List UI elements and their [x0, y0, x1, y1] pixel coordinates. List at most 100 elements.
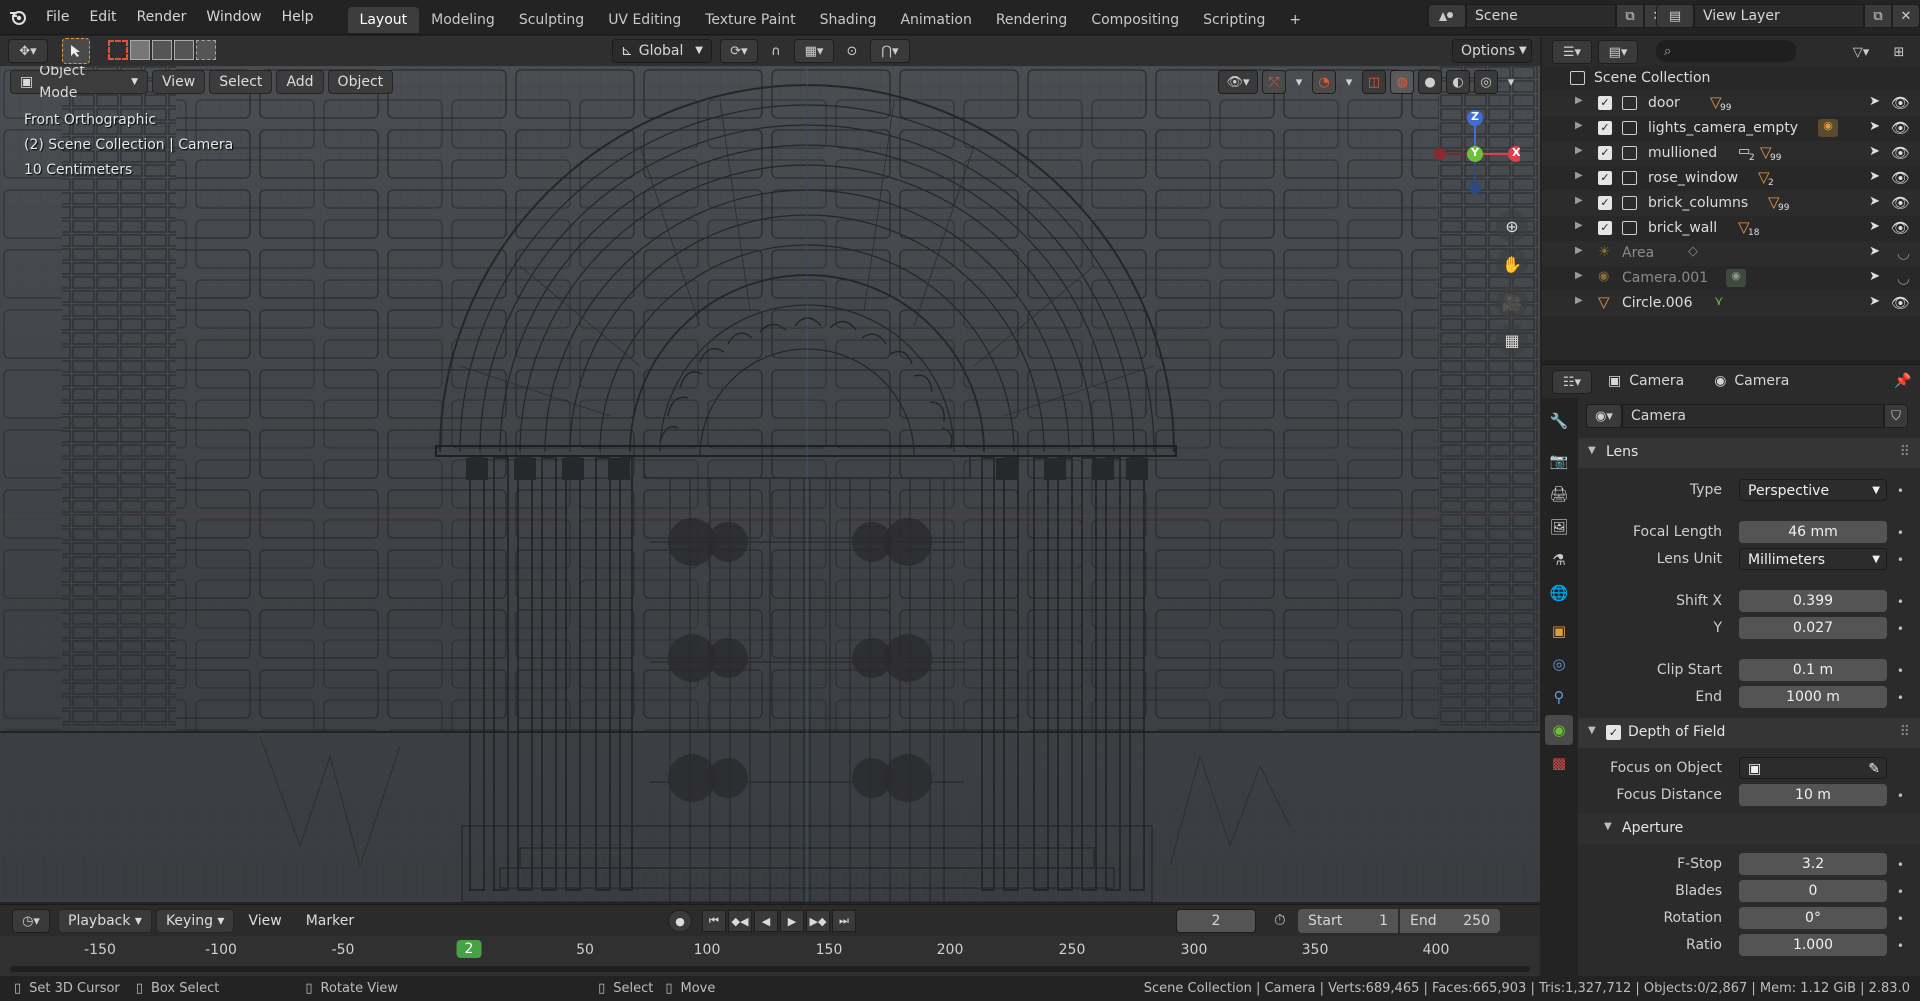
- record-icon[interactable]: ●: [668, 910, 692, 932]
- stopwatch-icon[interactable]: ⏱: [1274, 911, 1286, 929]
- shift-y-field[interactable]: 0.027: [1739, 617, 1887, 639]
- snap-toggle-icon[interactable]: ∩: [764, 39, 788, 63]
- timeline-menu-marker[interactable]: Marker: [296, 909, 364, 933]
- tab-texture-icon[interactable]: ▩: [1545, 748, 1573, 778]
- focus-object-field[interactable]: ▣ ✎: [1739, 757, 1887, 779]
- visibility-toggle-icon[interactable]: 👁▾: [1218, 70, 1258, 94]
- select-new-icon[interactable]: [108, 40, 128, 60]
- outliner-row-area[interactable]: ▶ ☀ Area ◇ ➤ ◡: [1542, 241, 1920, 266]
- expand-arrow-icon[interactable]: ▶: [1575, 170, 1583, 181]
- fstop-field[interactable]: 3.2: [1739, 853, 1887, 875]
- rotation-field[interactable]: 0°: [1739, 907, 1887, 929]
- selectable-arrow-icon[interactable]: ➤: [1869, 219, 1880, 234]
- animate-dot-icon[interactable]: •: [1897, 858, 1904, 872]
- outliner-row-mullioned[interactable]: ▶ ✓ mullioned ▭ 2 ▽ 99 ➤ 👁: [1542, 141, 1920, 166]
- material-shading-icon[interactable]: ◐: [1446, 70, 1470, 94]
- proportional-edit-icon[interactable]: ⊙: [840, 39, 864, 63]
- next-keyframe-icon[interactable]: ▶◆: [806, 910, 830, 932]
- animate-dot-icon[interactable]: •: [1897, 912, 1904, 926]
- tab-scripting[interactable]: Scripting: [1191, 7, 1277, 33]
- scene-browse-button[interactable]: [1428, 4, 1466, 28]
- tab-modeling[interactable]: Modeling: [419, 7, 507, 33]
- expand-arrow-icon[interactable]: ▶: [1575, 270, 1583, 281]
- view-layer-browse-button[interactable]: ▤: [1656, 4, 1694, 28]
- selectable-arrow-icon[interactable]: ➤: [1869, 144, 1880, 159]
- tab-output-icon[interactable]: 🖨: [1545, 479, 1573, 509]
- fake-user-shield-icon[interactable]: ⛉: [1884, 404, 1908, 428]
- viewport-menu-object[interactable]: Object: [327, 70, 394, 94]
- selectable-arrow-icon[interactable]: ➤: [1869, 119, 1880, 134]
- jump-start-icon[interactable]: ⏮: [702, 910, 726, 932]
- object-mode-dropdown[interactable]: ▣ Object Mode ▼: [10, 66, 148, 101]
- expand-arrow-icon[interactable]: ▶: [1575, 120, 1583, 131]
- tab-sculpting[interactable]: Sculpting: [507, 7, 596, 33]
- menu-file[interactable]: File: [36, 0, 79, 35]
- tab-texture-paint[interactable]: Texture Paint: [693, 7, 807, 33]
- visibility-eye-icon[interactable]: 👁: [1891, 94, 1910, 112]
- filter-icon[interactable]: ▽▾: [1842, 40, 1880, 64]
- expand-arrow-icon[interactable]: ▶: [1575, 145, 1583, 156]
- select-difference-icon[interactable]: [174, 40, 194, 60]
- visibility-eye-icon[interactable]: 👁: [1891, 294, 1910, 312]
- visibility-eye-icon[interactable]: 👁: [1891, 119, 1910, 137]
- outliner-row-circle-006[interactable]: ▶ ▽ Circle.006 ⋎ ➤ 👁: [1542, 291, 1920, 316]
- blender-logo-icon[interactable]: [0, 0, 36, 35]
- properties-editor-type-icon[interactable]: ☷▾: [1552, 370, 1592, 394]
- falloff-icon[interactable]: ⋂▾: [870, 39, 910, 63]
- delete-view-layer-button[interactable]: ✕: [1892, 4, 1920, 28]
- eyedropper-icon[interactable]: ✎: [1868, 758, 1880, 780]
- timeline-ruler[interactable]: -150 -100 -50 2 50 100 150 200 250 300 3…: [0, 936, 1540, 976]
- camera-view-icon[interactable]: 🎥: [1496, 286, 1528, 318]
- tab-compositing[interactable]: Compositing: [1079, 7, 1191, 33]
- timeline-menu-view[interactable]: View: [238, 909, 291, 933]
- shift-x-field[interactable]: 0.399: [1739, 590, 1887, 612]
- depth-of-field-panel-header[interactable]: ▼ ✓ Depth of Field ⠿: [1578, 718, 1920, 748]
- animate-dot-icon[interactable]: •: [1897, 664, 1904, 678]
- focus-distance-field[interactable]: 10 m: [1739, 784, 1887, 806]
- navigation-gizmo[interactable]: Z Y X: [1430, 106, 1524, 196]
- rendered-shading-icon[interactable]: ◎: [1474, 70, 1498, 94]
- animate-dot-icon[interactable]: •: [1897, 622, 1904, 636]
- hidden-eye-icon[interactable]: ◡: [1897, 269, 1910, 287]
- overlay-toggle-icon[interactable]: ◔: [1312, 70, 1336, 94]
- tab-physics-icon[interactable]: ◎: [1545, 649, 1573, 679]
- animate-dot-icon[interactable]: •: [1897, 939, 1904, 953]
- animate-dot-icon[interactable]: •: [1897, 789, 1904, 803]
- overlay-dropdown-icon[interactable]: ▾: [1340, 70, 1358, 94]
- animate-dot-icon[interactable]: •: [1897, 526, 1904, 540]
- animate-dot-icon[interactable]: •: [1897, 691, 1904, 705]
- exclude-checkbox[interactable]: ✓: [1598, 96, 1612, 110]
- animate-dot-icon[interactable]: •: [1897, 885, 1904, 899]
- hidden-eye-icon[interactable]: ◡: [1897, 244, 1910, 262]
- clip-start-field[interactable]: 0.1 m: [1739, 659, 1887, 681]
- menu-render[interactable]: Render: [127, 0, 197, 35]
- animate-dot-icon[interactable]: •: [1897, 553, 1904, 567]
- expand-arrow-icon[interactable]: ▶: [1575, 95, 1583, 106]
- ortho-toggle-icon[interactable]: ▦: [1496, 324, 1528, 356]
- shading-dropdown-icon[interactable]: ▾: [1502, 70, 1520, 94]
- pin-icon[interactable]: 📌: [1894, 373, 1911, 389]
- timeline-editor-type-icon[interactable]: ◷▾: [12, 909, 50, 933]
- outliner-row-lights-camera-empty[interactable]: ▶ ✓ lights_camera_empty ◉ ➤ 👁: [1542, 116, 1920, 141]
- expand-arrow-icon[interactable]: ▶: [1575, 295, 1583, 306]
- visibility-eye-icon[interactable]: 👁: [1891, 169, 1910, 187]
- exclude-checkbox[interactable]: ✓: [1598, 171, 1612, 185]
- wireframe-shading-icon[interactable]: ◍: [1390, 70, 1414, 94]
- select-tool-icon[interactable]: [62, 38, 90, 64]
- selectable-arrow-icon[interactable]: ➤: [1869, 244, 1880, 259]
- scene-name-field[interactable]: Scene: [1466, 4, 1616, 28]
- tab-rendering[interactable]: Rendering: [984, 7, 1080, 33]
- playhead-frame-indicator[interactable]: 2: [456, 940, 482, 958]
- exclude-checkbox[interactable]: ✓: [1598, 121, 1612, 135]
- outliner-row-brick-columns[interactable]: ▶ ✓ brick_columns ▽ 99 ➤ 👁: [1542, 191, 1920, 216]
- start-frame-field[interactable]: Start 1: [1298, 909, 1398, 933]
- tab-render-icon[interactable]: 📷: [1545, 446, 1573, 476]
- outliner-search-input[interactable]: ⌕: [1656, 40, 1796, 62]
- xray-toggle-icon[interactable]: ◫: [1362, 70, 1386, 94]
- tab-layout[interactable]: Layout: [347, 6, 420, 33]
- play-reverse-icon[interactable]: ◀: [754, 910, 778, 932]
- select-subtract-icon[interactable]: [152, 40, 172, 60]
- view-layer-field[interactable]: View Layer: [1694, 4, 1864, 28]
- lens-type-dropdown[interactable]: Perspective ▼: [1739, 479, 1887, 501]
- menu-edit[interactable]: Edit: [79, 0, 126, 35]
